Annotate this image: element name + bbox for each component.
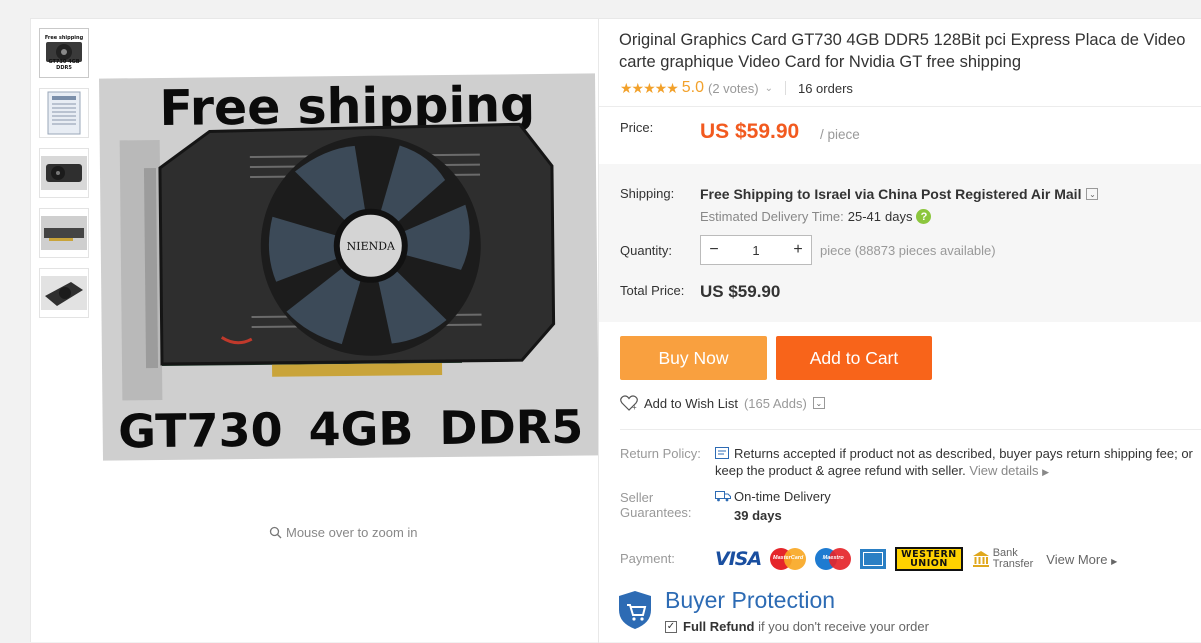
chevron-down-icon[interactable]: ⌄ <box>765 83 773 94</box>
buy-now-button[interactable]: Buy Now <box>620 336 767 380</box>
thumbnail-image: Free shipping GT730 4GB DDR5 <box>42 35 86 71</box>
bank-transfer: Bank Transfer <box>972 548 1034 570</box>
checkmark-icon: ✓ <box>665 620 677 633</box>
orders-count: 16 orders <box>797 80 853 96</box>
shipping-method-text: Free Shipping to Israel via China Post R… <box>700 186 1082 202</box>
caret-right-icon: ▶ <box>1042 467 1050 477</box>
graphics-card-side-icon <box>41 216 87 250</box>
heart-icon: + <box>620 395 638 411</box>
bank-icon <box>972 551 989 567</box>
thumbnail-4[interactable] <box>39 208 89 258</box>
view-details-link[interactable]: View details ▶ <box>969 463 1049 478</box>
shipping-label: Shipping: <box>620 186 675 201</box>
return-policy-description: Returns accepted if product not as descr… <box>715 446 1193 478</box>
mastercard-icon: MasterCard <box>770 548 807 570</box>
western-union-icon: WESTERN UNION <box>895 547 963 571</box>
wishlist-count: (165 Adds) <box>743 395 807 411</box>
visa-icon: VISA <box>715 548 762 570</box>
graphics-card-top-icon <box>41 156 87 190</box>
eta-days: 25-41 <box>847 209 882 224</box>
amex-icon <box>860 549 887 569</box>
divider <box>620 429 1201 430</box>
bank-label-2: Transfer <box>992 558 1034 570</box>
add-to-cart-button[interactable]: Add to Cart <box>776 336 932 380</box>
view-details-label: View details <box>969 463 1039 478</box>
quantity-stepper: − 1 + <box>700 235 812 265</box>
payment-methods: VISA MasterCard Maestro WESTERN UNION Ban… <box>715 547 1117 571</box>
seller-guarantees-label-1: Seller <box>620 490 654 505</box>
top-strip <box>0 0 1201 18</box>
box-label-icon <box>47 91 81 135</box>
delivery-truck-icon <box>715 491 731 502</box>
eta-label: Estimated Delivery Time: <box>700 209 844 224</box>
main-product-image[interactable]: Free shipping NIENDA GT730 4GB DDR5 <box>99 73 599 461</box>
view-more-label: View More <box>1046 551 1108 567</box>
buyer-protection-subtitle: ✓ Full Refund if you don't receive your … <box>665 619 929 634</box>
delivery-estimate: Estimated Delivery Time: 25-41 days ? <box>700 209 932 224</box>
on-time-delivery-days: 39 days <box>734 508 782 523</box>
quantity-input[interactable]: 1 <box>727 243 785 258</box>
price-unit: / piece <box>820 127 860 142</box>
product-title: Original Graphics Card GT730 4GB DDR5 12… <box>619 31 1186 71</box>
rating-row: ★★★★★ 5.0 (2 votes) ⌄ 16 orders <box>620 79 853 97</box>
thumbnail-list: Free shipping GT730 4GB DDR5 <box>39 28 89 328</box>
view-more-payment-link[interactable]: View More ▶ <box>1046 552 1117 567</box>
product-page: Free shipping GT730 4GB DDR5 Free shippi… <box>30 18 1201 643</box>
divider <box>599 106 1201 107</box>
chevron-down-icon[interactable]: ⌄ <box>1086 188 1099 200</box>
payment-label: Payment: <box>620 551 675 566</box>
rating-votes[interactable]: (2 votes) <box>708 81 759 96</box>
product-info: Original Graphics Card GT730 4GB DDR5 12… <box>599 19 1201 643</box>
add-to-wishlist[interactable]: + Add to Wish List (165 Adds) ⌄ <box>620 395 825 411</box>
quantity-decrease-button[interactable]: − <box>701 241 727 259</box>
divider <box>784 81 786 95</box>
on-time-delivery: On-time Delivery <box>734 489 831 504</box>
thumbnail-caption-bottom: GT730 4GB DDR5 <box>48 59 80 71</box>
price-value: US $59.90 <box>700 120 800 143</box>
eta-unit: days <box>885 209 913 224</box>
shipping-method[interactable]: Free Shipping to Israel via China Post R… <box>700 186 1099 202</box>
thumbnail-5[interactable] <box>39 268 89 318</box>
chevron-down-icon[interactable]: ⌄ <box>812 397 825 409</box>
total-price-value: US $59.90 <box>700 282 781 301</box>
graphics-card-angle-icon <box>41 276 87 310</box>
seller-guarantees-label-2: Guarantees: <box>620 505 692 520</box>
full-refund-text: if you don't receive your order <box>758 619 929 634</box>
quantity-available: piece (88873 pieces available) <box>820 243 996 258</box>
thumbnail-1[interactable]: Free shipping GT730 4GB DDR5 <box>39 28 89 78</box>
thumbnail-3[interactable] <box>39 148 89 198</box>
caret-right-icon: ▶ <box>1111 556 1118 566</box>
price-label: Price: <box>620 120 654 135</box>
buyer-protection-title: Buyer Protection <box>665 587 836 613</box>
return-policy-text: Returns accepted if product not as descr… <box>715 445 1201 481</box>
help-icon[interactable]: ? <box>916 209 932 224</box>
full-refund-label: Full Refund <box>683 619 755 634</box>
return-policy-label: Return Policy: <box>620 446 701 461</box>
quantity-label: Quantity: <box>620 243 673 258</box>
rating-score: 5.0 <box>681 79 705 96</box>
image-footer-text: GT730 4GB DDR5 <box>117 399 584 459</box>
zoom-hint-text: Mouse over to zoom in <box>286 525 418 540</box>
svg-text:+: + <box>632 403 637 411</box>
zoom-hint: Mouse over to zoom in <box>269 525 418 540</box>
rating-stars: ★★★★★ <box>620 79 679 96</box>
search-icon <box>269 526 282 539</box>
wishlist-label: Add to Wish List <box>644 395 738 411</box>
maestro-icon: Maestro <box>815 548 852 570</box>
buyer-protection-shield-icon <box>619 591 651 629</box>
fan-brand-label: NIENDA <box>347 240 397 254</box>
thumbnail-caption-top: Free shipping <box>44 35 84 41</box>
thumbnail-2[interactable] <box>39 88 89 138</box>
total-price-label: Total Price: <box>620 283 685 298</box>
quantity-increase-button[interactable]: + <box>785 241 811 259</box>
